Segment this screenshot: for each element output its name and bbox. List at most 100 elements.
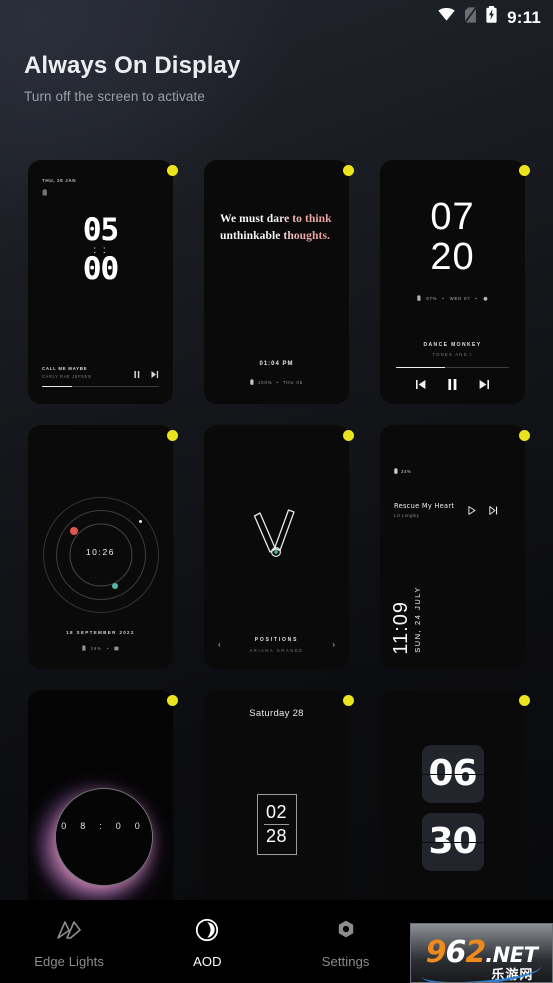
next-button[interactable]: › [328,641,339,649]
card2-quote-text: We must dare to think unthinkable though… [220,210,334,244]
card1-progress-bar [42,385,159,387]
previous-track-icon [416,380,426,389]
alarm-icon [483,296,488,301]
aod-card-quote[interactable]: We must dare to think unthinkable though… [204,160,354,404]
card2-footer: 01:04 PM 100% • THU 05 [204,361,349,385]
aod-card-boxed-flip[interactable]: Saturday 28 02 28 [204,690,354,900]
yellow-dot-badge [519,165,530,176]
card6-vertical-clock: 11:09 SUN, 24 JULY [390,586,422,655]
yellow-dot-badge [519,695,530,706]
card7-digit-m1: 0 [115,821,121,831]
status-bar: 9:11 [0,0,553,34]
card3-progress-bar [396,366,509,368]
aod-style-grid: THU, 28 JAN 05 : : 00 CALL ME MAYBE CARL… [0,160,553,900]
card6-date: SUN, 24 JULY [413,586,422,653]
card1-hours: 05 [82,212,119,248]
card3-minutes: 20 [430,235,475,278]
nav-item-edge-lights[interactable]: Edge Lights [0,918,138,969]
sim-off-icon [464,6,477,28]
aod-card-orbit[interactable]: 10:26 18 SEPTEMBER 2022 29% • [28,425,178,669]
card6-music-artist: Liz Longley [394,513,420,518]
gear-icon [335,918,357,942]
card1-minutes-row: 00 [82,253,119,285]
card7-digit-h1: 0 [61,821,67,831]
card2-time: 01:04 PM [259,361,294,367]
next-track-icon [489,506,498,515]
card1-header: THU, 28 JAN [42,178,76,201]
aod-card-vertical-time[interactable]: 34% Rescue My Heart Liz Longley 11:09 SU… [380,425,530,669]
yellow-dot-badge [167,695,178,706]
battery-icon [417,295,421,301]
orbit-dot-teal [112,583,118,589]
yellow-dot-badge [167,430,178,441]
aod-card-dot-matrix[interactable]: THU, 28 JAN 05 : : 00 CALL ME MAYBE CARL… [28,160,178,404]
aod-card-flip-tiles[interactable]: 06 30 [380,690,530,900]
card9-hours-tile: 06 [421,745,484,803]
aod-preview-dot-matrix[interactable]: THU, 28 JAN 05 : : 00 CALL ME MAYBE CARL… [28,160,173,404]
next-track-icon [479,380,489,389]
card6-media-controls [468,502,498,515]
card1-media-text: CALL ME MAYBE CARLY RAE JEPSEN [42,366,92,379]
aod-preview-orbit[interactable]: 10:26 18 SEPTEMBER 2022 29% • [28,425,173,669]
next-track-icon [151,370,159,378]
card9-clock: 06 30 [380,745,525,871]
card7-digit-h2: 8 [80,821,86,831]
aod-preview-boxed-flip[interactable]: Saturday 28 02 28 [204,690,349,900]
nav-item-settings[interactable]: Settings [277,918,415,969]
card9-hours: 06 [428,753,477,794]
prev-button[interactable]: ‹ [214,641,225,649]
card6-music-title: Rescue My Heart [394,502,455,510]
yellow-dot-badge [519,430,530,441]
yellow-dot-badge [343,165,354,176]
aod-preview-flip-tiles[interactable]: 06 30 [380,690,525,900]
card3-music-artist: TONES AND I [432,351,473,357]
card1-battery-icon [42,189,47,196]
card3-hours: 07 [430,196,475,238]
card8-hours: 02 [265,802,288,823]
card8-clock-box: 02 28 [256,794,297,855]
aod-card-analog-hands[interactable]: ‹ POSITIONS ARIANA GRANDE › [204,425,354,669]
card2-meta: 100% • THU 05 [204,379,349,385]
card3-date: WED 07 [449,295,471,301]
card4-date: 18 SEPTEMBER 2022 [66,630,135,635]
nav-label-settings: Settings [321,954,370,969]
card6-battery-row: 34% [394,468,411,474]
nav-label-aod: AOD [193,954,222,969]
card2-sep: • [276,379,279,385]
card5-media-text: POSITIONS ARIANA GRANDE [225,637,329,653]
card5-music-artist: ARIANA GRANDE [249,648,304,653]
page-header: Always On Display Turn off the screen to… [24,52,529,104]
notification-icon [114,646,119,650]
aod-card-eclipse[interactable]: 0 8 : 0 0 [28,690,178,900]
orbit-dot-red [70,527,78,535]
card3-sep2: • [475,295,478,301]
aod-card-big-clock[interactable]: 07 20 97% • WED 07 • DANCE MONKEY TONES … [380,160,530,404]
eclipse-ring [55,788,153,886]
card5-footer: ‹ POSITIONS ARIANA GRANDE › [214,637,339,653]
status-bar-clock: 9:11 [507,7,541,27]
card6-media: Rescue My Heart Liz Longley [394,502,511,518]
card1-music-artist: CARLY RAE JEPSEN [42,373,92,379]
aod-preview-vertical-time[interactable]: 34% Rescue My Heart Liz Longley 11:09 SU… [380,425,525,669]
aod-preview-eclipse[interactable]: 0 8 : 0 0 [28,690,173,900]
yellow-dot-badge [167,165,178,176]
pause-icon [134,370,140,378]
bottom-navigation: Edge Lights AOD Settings 962.NET 乐游网 [0,900,553,983]
nav-item-aod[interactable]: AOD [138,918,276,969]
card3-music-title: DANCE MONKEY [423,341,482,348]
aod-preview-big-clock[interactable]: 07 20 97% • WED 07 • DANCE MONKEY TONES … [380,160,525,404]
wifi-icon [438,8,455,26]
card3-battery: 97% [426,295,438,301]
card6-media-text: Rescue My Heart Liz Longley [394,502,454,518]
card3-media: DANCE MONKEY TONES AND I [396,342,509,390]
card4-sep: • [106,645,110,651]
aod-preview-analog-hands[interactable]: ‹ POSITIONS ARIANA GRANDE › [204,425,349,669]
site-watermark: 962.NET 乐游网 [410,923,553,983]
card3-meta: 97% • WED 07 • [380,295,525,301]
edge-lights-icon [56,918,82,942]
card5-music-title: POSITIONS [254,637,299,643]
card6-time: 11:09 [390,601,412,655]
card3-clock: 07 20 [380,196,525,278]
aod-preview-quote[interactable]: We must dare to think unthinkable though… [204,160,349,404]
card9-minutes: 30 [428,821,477,862]
